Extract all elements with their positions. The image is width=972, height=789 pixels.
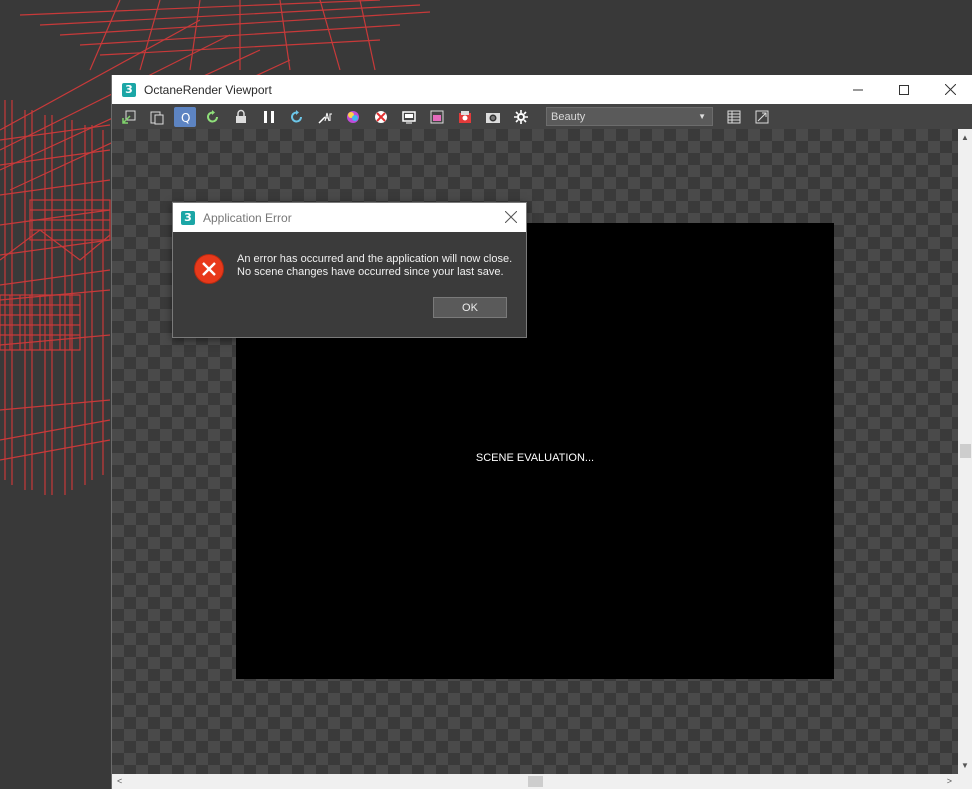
- octane-render-viewport-window: 3 OctaneRender Viewport Q Beauty ▼ SCENE…: [111, 75, 972, 789]
- lock-button[interactable]: [230, 107, 252, 127]
- close-icon: [505, 211, 517, 223]
- table-button[interactable]: [723, 107, 745, 127]
- render-status-text: SCENE EVALUATION...: [475, 452, 595, 464]
- scroll-right-icon[interactable]: >: [947, 776, 952, 786]
- material-picker-button[interactable]: [342, 107, 364, 127]
- lock-icon: [236, 109, 246, 123]
- application-error-dialog: 3 Application Error An error has occurre…: [172, 202, 527, 338]
- scroll-left-icon[interactable]: <: [117, 776, 122, 786]
- close-icon: [944, 84, 956, 95]
- octane-toolbar: Q Beauty ▼: [112, 104, 972, 129]
- dialog-title: Application Error: [203, 210, 292, 225]
- scroll-up-icon[interactable]: ▲: [961, 133, 969, 142]
- svg-text:Q: Q: [181, 111, 190, 125]
- clipboard-button[interactable]: [146, 107, 168, 127]
- screenshot-button[interactable]: [482, 107, 504, 127]
- settings-gear-icon: [514, 109, 528, 124]
- close-button[interactable]: [927, 75, 972, 104]
- table-icon: [727, 110, 741, 123]
- error-message: An error has occurred and the applicatio…: [237, 253, 512, 279]
- vertical-scrollbar[interactable]: ▲ ▼: [958, 129, 972, 774]
- film-region-icon: [430, 110, 444, 123]
- horizontal-scroll-thumb[interactable]: [528, 776, 543, 787]
- minimize-icon: [853, 89, 863, 90]
- object-picker-button[interactable]: [370, 107, 392, 127]
- settings-button[interactable]: [510, 107, 532, 127]
- window-titlebar[interactable]: 3 OctaneRender Viewport: [112, 75, 972, 104]
- error-message-line: An error has occurred and the applicatio…: [237, 253, 513, 265]
- send-scene-button[interactable]: [118, 107, 140, 127]
- object-picker-icon: [375, 110, 387, 123]
- scroll-corner: [958, 774, 972, 789]
- dialog-close-button[interactable]: [502, 208, 520, 226]
- film-region-button[interactable]: [426, 107, 448, 127]
- window-title: OctaneRender Viewport: [144, 82, 272, 97]
- clipboard-icon: [150, 111, 164, 124]
- restart-render-icon: [207, 109, 218, 122]
- chevron-down-icon: ▼: [698, 112, 706, 121]
- pause-button[interactable]: [258, 107, 280, 127]
- 3dsmax-app-icon: 3: [122, 82, 136, 97]
- focus-picker-button[interactable]: [314, 107, 336, 127]
- 3dsmax-app-icon: 3: [181, 210, 195, 225]
- error-message-line: No scene changes have occurred since you…: [237, 266, 504, 278]
- render-pass-value: Beauty: [551, 110, 586, 123]
- quick-render-icon: Q: [181, 111, 190, 125]
- vertical-scroll-thumb[interactable]: [960, 444, 971, 458]
- minimize-button[interactable]: [835, 75, 881, 104]
- maximize-icon: [899, 84, 909, 95]
- camera-picker-button[interactable]: [454, 107, 476, 127]
- screenshot-icon: [486, 112, 500, 123]
- refresh-button[interactable]: [286, 107, 308, 127]
- restart-render-button[interactable]: [202, 107, 224, 127]
- image-export-button[interactable]: [751, 107, 773, 127]
- region-render-icon: [402, 110, 416, 123]
- quick-render-button[interactable]: Q: [174, 106, 196, 127]
- focus-picker-icon: [318, 112, 332, 124]
- render-pass-select[interactable]: Beauty ▼: [546, 107, 713, 126]
- horizontal-scrollbar[interactable]: < >: [112, 774, 958, 789]
- region-render-button[interactable]: [398, 107, 420, 127]
- ok-button[interactable]: OK: [433, 297, 507, 318]
- pause-icon: [264, 110, 274, 123]
- maximize-button[interactable]: [881, 75, 927, 104]
- camera-picker-icon: [459, 110, 471, 123]
- dialog-titlebar[interactable]: 3 Application Error: [173, 203, 526, 232]
- refresh-icon: [291, 109, 302, 122]
- image-export-icon: [755, 110, 769, 123]
- desktop: 3 OctaneRender Viewport Q Beauty ▼ SCENE…: [0, 0, 972, 789]
- error-icon: [194, 254, 224, 284]
- material-picker-icon: [347, 110, 359, 123]
- send-scene-icon: [122, 110, 136, 124]
- scroll-down-icon[interactable]: ▼: [961, 761, 969, 770]
